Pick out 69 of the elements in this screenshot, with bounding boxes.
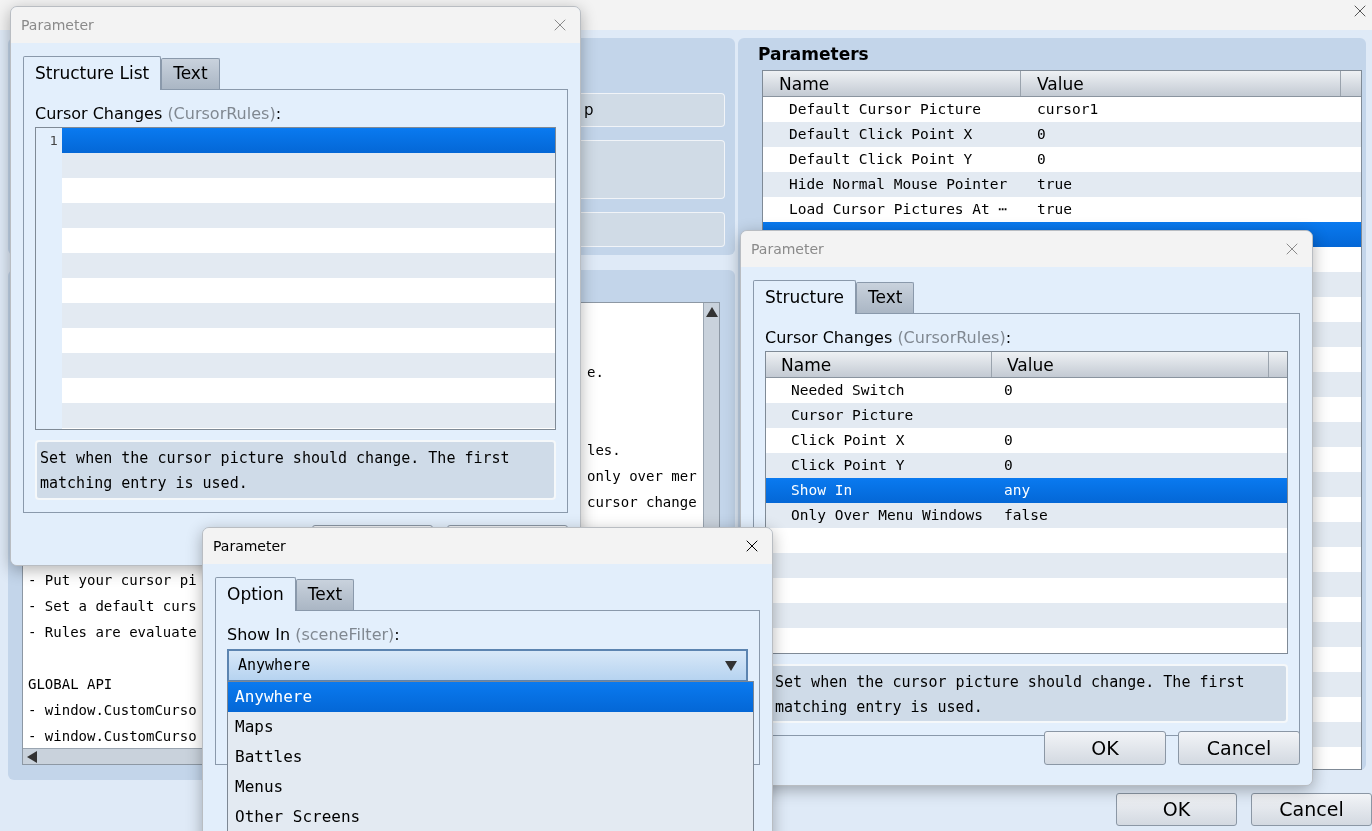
dropdown-option[interactable]: Menus <box>228 772 753 802</box>
row-number: 1 <box>48 132 59 150</box>
table-row[interactable]: Only Over Menu Windows false <box>766 503 1287 528</box>
table-cell-text: Default Click Point Y <box>788 150 974 169</box>
text-line: only over mer <box>587 467 697 486</box>
text-line: - Set a default curs <box>28 598 197 614</box>
table-cell-text: 0 <box>1036 150 1046 169</box>
window-title: Parameter <box>21 15 95 35</box>
dropdown-option[interactable]: Battles <box>228 742 753 772</box>
dropdown-option[interactable]: Maps <box>228 712 753 742</box>
table-row[interactable]: Click Point Y 0 <box>766 453 1287 478</box>
table-cell-text: Hide Normal Mouse Pointer <box>788 175 1009 194</box>
section-title: Parameters <box>758 43 870 66</box>
table-cell-text: cursor1 <box>1036 100 1099 119</box>
arrow-left-icon[interactable] <box>27 750 37 763</box>
table-cell-text: 0 <box>1003 456 1013 475</box>
dropdown-option[interactable]: Other Screens <box>228 802 753 831</box>
text-line: GLOBAL API <box>28 676 113 692</box>
column-header[interactable]: Value <box>992 352 1269 377</box>
table-cell-text: false <box>1003 506 1048 525</box>
caret-icon <box>725 660 737 671</box>
text-line: - window.CustomCurso <box>28 728 197 744</box>
column-header[interactable]: Name <box>766 352 992 377</box>
table-row[interactable]: Show In any <box>766 478 1287 503</box>
table-row[interactable]: Hide Normal Mouse Pointer true <box>763 172 1361 197</box>
tab[interactable]: Text <box>856 282 915 313</box>
tab[interactable]: Text <box>161 58 220 89</box>
table-cell-text: Click Point Y <box>790 456 906 475</box>
column-header[interactable]: Name <box>763 71 1021 96</box>
tab[interactable]: Structure <box>753 280 857 314</box>
table-cell-text: Load Cursor Pictures At ⋯ <box>788 200 1009 219</box>
dropdown-option[interactable]: Anywhere <box>228 682 753 712</box>
text-line: - window.CustomCurso <box>28 702 197 718</box>
window-title: Parameter <box>213 536 287 556</box>
button[interactable]: Cancel <box>1178 731 1300 765</box>
table-cell-text: any <box>1003 481 1031 500</box>
arrow-up-icon[interactable] <box>705 307 718 317</box>
table-cell-text: Needed Switch <box>790 381 906 400</box>
table-row[interactable]: Cursor Picture <box>766 403 1287 428</box>
table-cell-text: Click Point X <box>790 431 906 450</box>
description-box: Set when the cursor picture should change. The first matching entry is used. <box>35 440 556 500</box>
text-line: cursor change <box>587 493 697 512</box>
tab[interactable]: Text <box>295 579 355 610</box>
text-line: les. <box>587 441 621 460</box>
column-header[interactable]: Value <box>1021 71 1341 96</box>
field-label: Show In (sceneFilter): <box>227 624 401 645</box>
table-cell-text: Only Over Menu Windows <box>790 506 985 525</box>
table-cell-text: Cursor Picture <box>790 406 915 425</box>
button[interactable]: OK <box>1044 731 1166 765</box>
table-cell-text: true <box>1036 175 1072 194</box>
tab[interactable]: Structure List <box>23 56 162 90</box>
dropdown-field[interactable]: Anywhere <box>227 649 748 682</box>
table-cell-text: Default Cursor Picture <box>788 100 983 119</box>
window-title: Parameter <box>751 239 825 259</box>
text-line: - Rules are evaluate <box>28 624 197 640</box>
table-cell-text: true <box>1036 200 1072 219</box>
table-row[interactable]: Default Click Point X 0 <box>763 122 1361 147</box>
button[interactable]: OK <box>1116 793 1237 826</box>
text-line: - Put your cursor pi <box>28 572 197 588</box>
field-label: Cursor Changes (CursorRules): <box>35 103 282 124</box>
table-cell-text: Default Click Point X <box>788 125 974 144</box>
tab[interactable]: Option <box>215 577 296 611</box>
table-cell-text: Show In <box>790 481 854 500</box>
text-line: e. <box>587 363 604 382</box>
button[interactable]: Cancel <box>1251 793 1372 826</box>
table-cell-text: 0 <box>1003 381 1013 400</box>
table-cell-text: 0 <box>1003 431 1013 450</box>
table-cell-text: 0 <box>1036 125 1046 144</box>
field-label: Cursor Changes (CursorRules): <box>765 327 1012 348</box>
